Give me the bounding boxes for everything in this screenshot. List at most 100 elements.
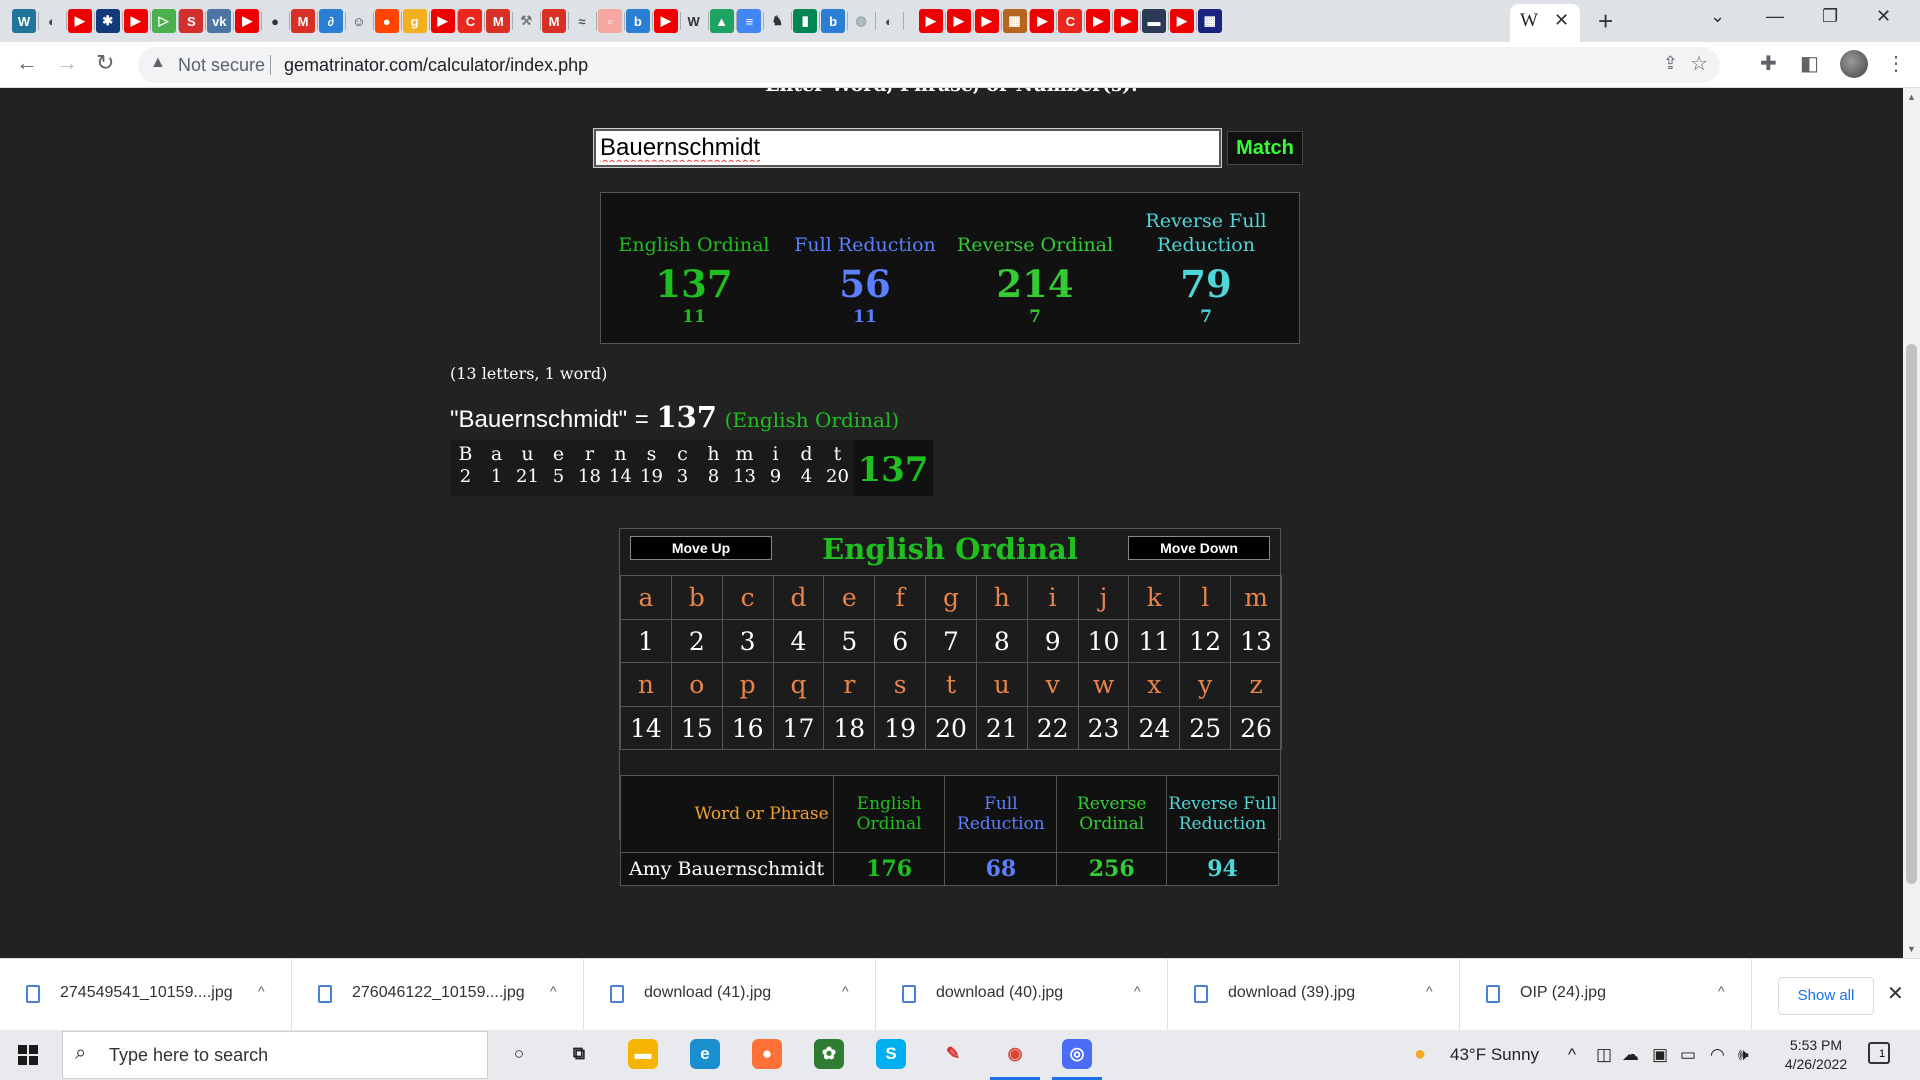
extensions-icon[interactable]: ✚: [1760, 51, 1777, 76]
youtube-icon[interactable]: ▶: [1086, 9, 1111, 33]
chevron-up-icon[interactable]: ^: [1426, 983, 1433, 999]
globe-icon[interactable]: ◐: [40, 9, 64, 33]
face-icon[interactable]: ☺: [347, 9, 371, 33]
chevron-up-icon[interactable]: ^: [842, 983, 849, 999]
task-view-icon[interactable]: ⧉: [564, 1039, 594, 1069]
move-down-button[interactable]: Move Down: [1128, 536, 1270, 560]
minimize-icon[interactable]: —: [1766, 6, 1784, 27]
volume-icon[interactable]: 🕪: [1738, 1045, 1749, 1065]
youtube-icon[interactable]: ▶: [974, 9, 999, 33]
grid-icon[interactable]: ▦: [1197, 9, 1222, 33]
chevron-up-icon[interactable]: ^: [550, 983, 557, 999]
chevron-up-icon[interactable]: ^: [1134, 983, 1141, 999]
chrome-icon[interactable]: ◉: [1000, 1039, 1030, 1069]
phrase-input[interactable]: [593, 128, 1222, 168]
back-icon[interactable]: ←: [16, 50, 38, 76]
download-item[interactable]: download (41).jpg ^: [584, 959, 876, 1031]
firefox-icon[interactable]: ●: [752, 1039, 782, 1069]
security-label[interactable]: Not secure: [178, 55, 265, 76]
c-icon[interactable]: C: [458, 9, 483, 33]
restore-icon[interactable]: ❐: [1822, 6, 1838, 27]
tab-search-icon[interactable]: ⌄: [1710, 6, 1725, 27]
url-text[interactable]: gematrinator.com/calculator/index.php: [284, 55, 588, 76]
clock[interactable]: 5:53 PM 4/26/2022: [1776, 1036, 1856, 1074]
vk-icon[interactable]: vk: [207, 9, 232, 33]
gmail-icon[interactable]: M: [486, 9, 511, 33]
onedrive-icon[interactable]: ☁: [1622, 1045, 1639, 1065]
youtube-icon[interactable]: ▶: [1030, 9, 1055, 33]
download-item[interactable]: OIP (24).jpg ^: [1460, 959, 1752, 1031]
bookmark-icon[interactable]: ✱: [95, 9, 120, 33]
close-tab-icon[interactable]: ✕: [1554, 10, 1569, 31]
download-filename[interactable]: 276046122_10159....jpg: [352, 984, 525, 1002]
page-icon[interactable]: ▫: [597, 9, 622, 33]
bing-icon[interactable]: b: [821, 9, 846, 33]
flag-icon[interactable]: ▮: [793, 9, 818, 33]
weather-icon[interactable]: ●: [1414, 1043, 1426, 1066]
chevron-up-icon[interactable]: ^: [1568, 1045, 1576, 1065]
match-button[interactable]: Match: [1227, 131, 1303, 165]
youtube-icon[interactable]: ▶: [1169, 9, 1194, 33]
download-filename[interactable]: 274549541_10159....jpg: [60, 984, 233, 1002]
download-filename[interactable]: OIP (24).jpg: [1520, 984, 1606, 1002]
wifi-icon[interactable]: ◠: [1710, 1045, 1725, 1065]
download-item[interactable]: download (40).jpg ^: [876, 959, 1168, 1031]
youtube-icon[interactable]: ▶: [123, 9, 148, 33]
close-window-icon[interactable]: ✕: [1876, 6, 1891, 27]
youtube-icon[interactable]: ▶: [430, 9, 455, 33]
download-filename[interactable]: download (40).jpg: [936, 984, 1063, 1002]
side-panel-icon[interactable]: ◧: [1800, 51, 1819, 76]
tool-icon[interactable]: ⚒: [514, 9, 538, 33]
scroll-down-icon[interactable]: ▼: [1907, 944, 1916, 954]
chevron-up-icon[interactable]: ^: [1718, 983, 1725, 999]
photo-app-icon[interactable]: ✿: [814, 1039, 844, 1069]
reload-icon[interactable]: ↻: [96, 50, 114, 76]
profile-avatar[interactable]: [1840, 50, 1868, 78]
download-item[interactable]: 276046122_10159....jpg ^: [292, 959, 584, 1031]
app-icon[interactable]: ∂: [318, 9, 343, 33]
image-icon[interactable]: ▦: [1002, 9, 1027, 33]
taskbar-search[interactable]: ⌕ Type here to search: [62, 1031, 488, 1079]
forward-icon[interactable]: →: [56, 50, 78, 76]
docs-icon[interactable]: ≡: [737, 9, 762, 33]
youtube-icon[interactable]: ▶: [946, 9, 971, 33]
play-icon[interactable]: ▷: [151, 9, 176, 33]
notification-icon[interactable]: 1: [1868, 1042, 1890, 1064]
chevron-up-icon[interactable]: ^: [258, 983, 265, 999]
address-bar[interactable]: ▲ Not secure gematrinator.com/calculator…: [138, 47, 1720, 83]
close-shelf-icon[interactable]: ✕: [1887, 981, 1904, 1006]
c-icon[interactable]: C: [1058, 9, 1083, 33]
download-item[interactable]: 274549541_10159....jpg ^: [0, 959, 292, 1031]
windows-start-icon[interactable]: [18, 1045, 38, 1065]
sun-icon[interactable]: S: [179, 9, 204, 33]
move-up-button[interactable]: Move Up: [630, 536, 772, 560]
globe-icon[interactable]: ◍: [849, 9, 873, 33]
display-icon[interactable]: ▣: [1652, 1045, 1668, 1065]
app-icon[interactable]: ◎: [1062, 1039, 1092, 1069]
youtube-icon[interactable]: ▶: [67, 9, 92, 33]
paint-icon[interactable]: ✎: [938, 1039, 968, 1069]
bing-icon[interactable]: b: [625, 9, 650, 33]
show-all-button[interactable]: Show all: [1778, 977, 1874, 1015]
youtube-icon[interactable]: ▶: [1114, 9, 1139, 33]
youtube-icon[interactable]: ▶: [918, 9, 943, 33]
scrollbar-thumb[interactable]: [1906, 344, 1917, 884]
download-filename[interactable]: download (39).jpg: [1228, 984, 1355, 1002]
table-row[interactable]: Amy Bauernschmidt 176 68 256 94: [620, 851, 1279, 887]
warning-icon[interactable]: ▲: [150, 54, 166, 72]
youtube-icon[interactable]: ▶: [235, 9, 260, 33]
figure-icon[interactable]: ♞: [765, 9, 789, 33]
record-icon[interactable]: ●: [263, 9, 287, 33]
skype-icon[interactable]: S: [876, 1039, 906, 1069]
image-icon[interactable]: ▬: [1142, 9, 1166, 33]
page-scrollbar[interactable]: ▲ ▼: [1903, 88, 1920, 958]
new-tab-icon[interactable]: +: [1598, 6, 1613, 37]
g-icon[interactable]: g: [402, 9, 427, 33]
battery-icon[interactable]: ▭: [1680, 1045, 1696, 1065]
weather-text[interactable]: 43°F Sunny: [1450, 1045, 1539, 1065]
cortana-icon[interactable]: ○: [504, 1039, 534, 1069]
reddit-icon[interactable]: ●: [374, 9, 399, 33]
menu-icon[interactable]: ⋮: [1886, 51, 1906, 76]
gmail-icon[interactable]: M: [291, 9, 315, 33]
globe-icon[interactable]: ◐: [877, 9, 901, 33]
